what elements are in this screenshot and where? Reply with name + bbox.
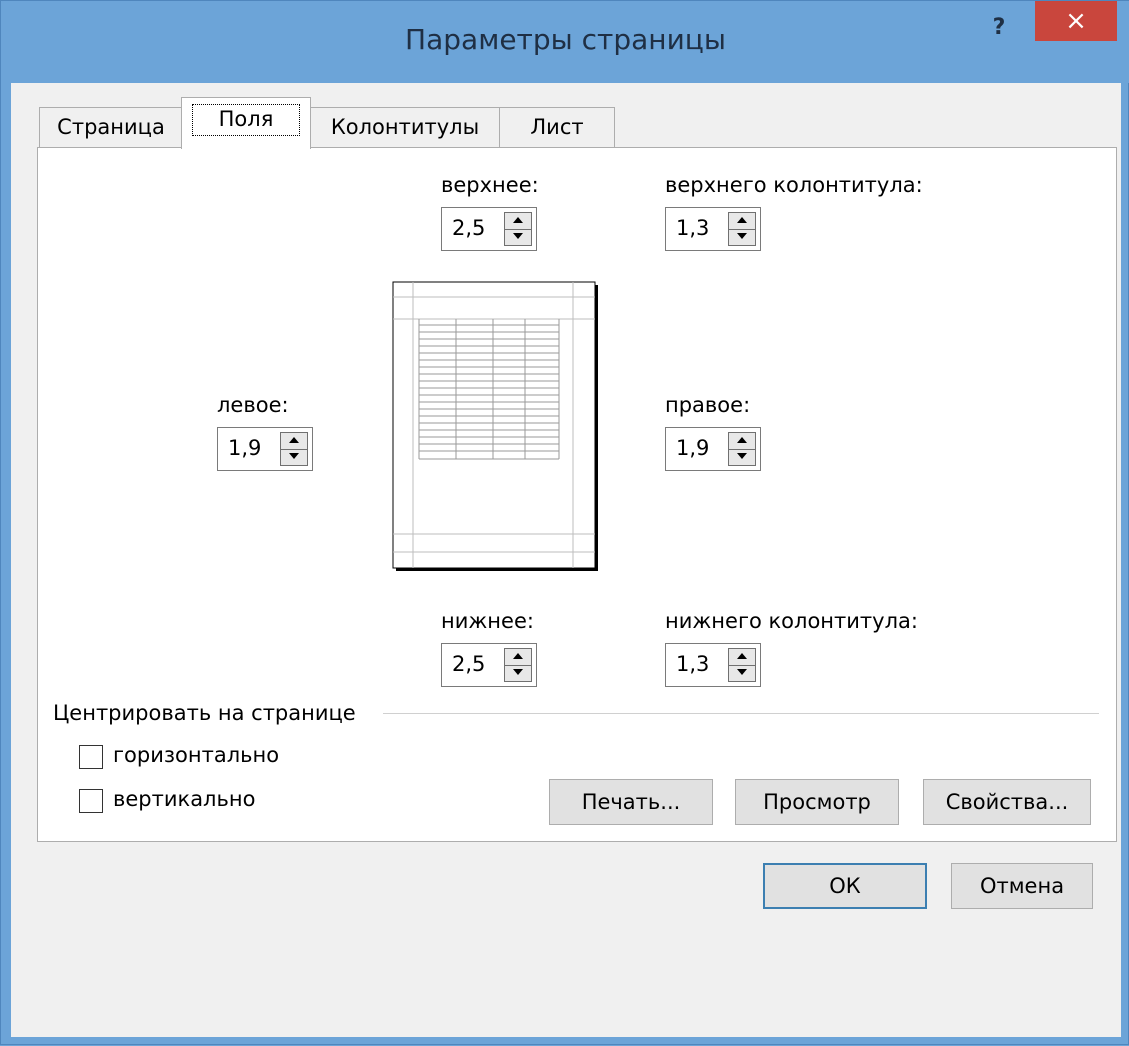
header-margin-spinner[interactable]: 1,3 [665,207,761,251]
center-on-page-title: Центрировать на странице [53,701,356,725]
ok-button[interactable]: ОК [763,863,927,909]
tab-margins-label: Поля [218,107,274,131]
section-divider [383,713,1099,714]
left-margin-value[interactable]: 1,9 [228,436,261,460]
triangle-up-icon[interactable] [505,213,531,230]
cancel-button[interactable]: Отмена [951,863,1093,909]
help-icon[interactable]: ? [979,13,1019,49]
footer-margin-value[interactable]: 1,3 [676,652,709,676]
footer-margin-spinner[interactable]: 1,3 [665,643,761,687]
print-button[interactable]: Печать... [549,779,713,825]
triangle-down-icon[interactable] [729,665,755,681]
title-bar[interactable]: Параметры страницы ? × [1,1,1129,83]
left-margin-spinner[interactable]: 1,9 [217,427,313,471]
triangle-down-icon[interactable] [505,229,531,245]
triangle-down-icon[interactable] [729,229,755,245]
triangle-down-icon[interactable] [505,665,531,681]
horizontal-checkbox[interactable] [79,745,103,769]
page-setup-dialog: Параметры страницы ? × Страница Поля Кол… [0,0,1129,1045]
triangle-up-icon[interactable] [729,649,755,666]
vertical-label[interactable]: вертикально [113,787,255,811]
footer-margin-label: нижнего колонтитула: [665,609,918,633]
top-margin-spin-buttons[interactable] [504,212,532,246]
top-margin-value[interactable]: 2,5 [452,216,485,240]
vertical-checkbox[interactable] [79,789,103,813]
triangle-up-icon[interactable] [281,433,307,450]
left-margin-label: левое: [217,393,289,417]
header-margin-value[interactable]: 1,3 [676,216,709,240]
tab-header-footer[interactable]: Колонтитулы [309,107,501,147]
top-margin-label: верхнее: [441,173,539,197]
top-margin-spinner[interactable]: 2,5 [441,207,537,251]
margins-panel [37,147,1117,842]
close-icon: × [1065,6,1087,36]
left-margin-spin-buttons[interactable] [280,432,308,466]
tab-sheet[interactable]: Лист [499,107,615,147]
footer-margin-spin-buttons[interactable] [728,648,756,682]
right-margin-spinner[interactable]: 1,9 [665,427,761,471]
triangle-down-icon[interactable] [729,449,755,465]
right-margin-value[interactable]: 1,9 [676,436,709,460]
bottom-margin-spin-buttons[interactable] [504,648,532,682]
horizontal-label[interactable]: горизонтально [113,743,279,767]
triangle-up-icon[interactable] [729,433,755,450]
right-margin-spin-buttons[interactable] [728,432,756,466]
triangle-up-icon[interactable] [505,649,531,666]
preview-button[interactable]: Просмотр [735,779,899,825]
bottom-margin-value[interactable]: 2,5 [452,652,485,676]
dialog-title: Параметры страницы [405,23,726,56]
bottom-margin-spinner[interactable]: 2,5 [441,643,537,687]
properties-button[interactable]: Свойства... [923,779,1091,825]
triangle-up-icon[interactable] [729,213,755,230]
header-margin-spin-buttons[interactable] [728,212,756,246]
tab-page[interactable]: Страница [39,107,183,147]
triangle-down-icon[interactable] [281,449,307,465]
tab-header-footer-label: Колонтитулы [330,115,480,139]
tab-page-label: Страница [57,115,165,139]
header-margin-label: верхнего колонтитула: [665,173,923,197]
close-button[interactable]: × [1035,1,1117,41]
tab-sheet-label: Лист [530,115,584,139]
tab-margins[interactable]: Поля [181,97,311,149]
right-margin-label: правое: [665,393,751,417]
bottom-margin-label: нижнее: [441,609,534,633]
